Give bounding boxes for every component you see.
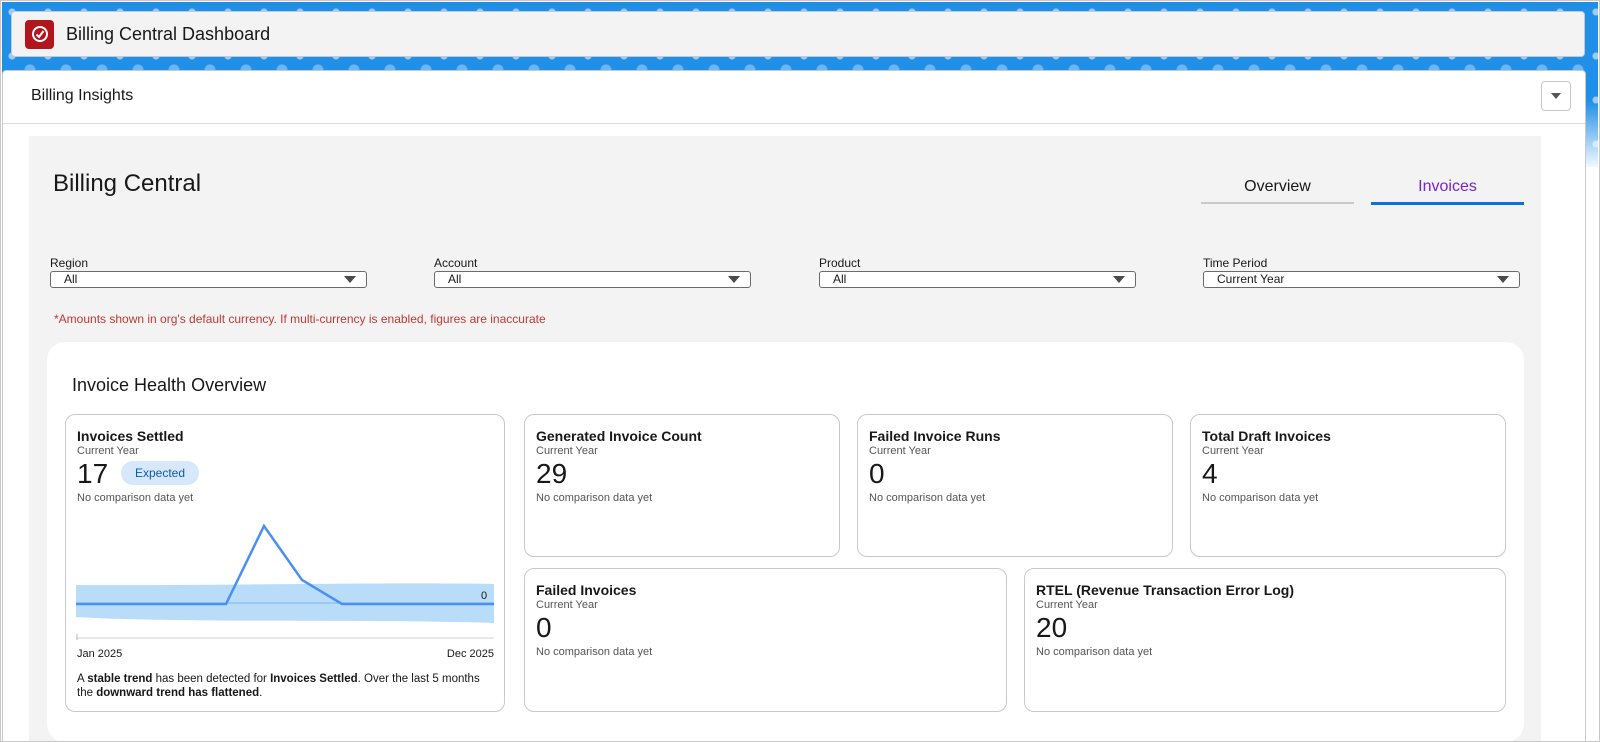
metric-value: 0 — [536, 612, 552, 643]
metric-title: RTEL (Revenue Transaction Error Log) — [1036, 582, 1295, 598]
trend-text-bold: downward trend has flattened — [96, 687, 260, 699]
metric-note: No comparison data yet — [536, 646, 653, 658]
caret-down-icon — [1113, 276, 1125, 283]
invoice-health-overview: Invoice Health Overview Invoices Settled… — [47, 342, 1524, 741]
metric-note: No comparison data yet — [1202, 492, 1319, 504]
metric-period: Current Year — [77, 445, 139, 457]
status-badge: Expected — [121, 461, 200, 485]
chevron-down-icon — [1551, 93, 1561, 99]
metric-value: 20 — [1036, 612, 1068, 643]
metric-value: 0 — [869, 458, 885, 489]
metric-failed-invoices[interactable]: Failed Invoices Current Year 0 No compar… — [524, 568, 1007, 712]
select-value: All — [833, 272, 847, 286]
tab-overview[interactable]: Overview — [1201, 178, 1354, 204]
metric-value: 29 — [536, 458, 568, 489]
trend-summary: A stable trend has been detected for Inv… — [77, 672, 487, 700]
app-header: Billing Central Dashboard — [11, 11, 1585, 57]
app-title: Billing Central Dashboard — [66, 23, 271, 44]
metric-invoices-settled[interactable]: Invoices Settled Current Year 17 Expecte… — [65, 414, 505, 712]
metric-title: Total Draft Invoices — [1202, 428, 1331, 444]
tab-invoices[interactable]: Invoices — [1371, 178, 1524, 205]
chart-end-value: 0 — [481, 590, 488, 602]
time-period-select[interactable]: Current Year — [1203, 271, 1520, 288]
select-value: Current Year — [1217, 272, 1285, 286]
caret-down-icon — [728, 276, 740, 283]
chart-end-label: Dec 2025 — [446, 648, 494, 660]
filter-region: Region All — [50, 257, 367, 288]
metric-rtel[interactable]: RTEL (Revenue Transaction Error Log) Cur… — [1024, 568, 1506, 712]
page-title: Billing Central — [53, 170, 202, 197]
trend-text-bold: Invoices Settled — [270, 673, 358, 685]
metric-period: Current Year — [536, 599, 598, 611]
metric-total-draft-invoices[interactable]: Total Draft Invoices Current Year 4 No c… — [1190, 414, 1506, 557]
caret-down-icon — [344, 276, 356, 283]
filter-label: Time Period — [1203, 256, 1268, 270]
metric-period: Current Year — [1202, 445, 1264, 457]
metric-failed-invoice-runs[interactable]: Failed Invoice Runs Current Year 0 No co… — [857, 414, 1173, 557]
filter-product: Product All — [819, 257, 1136, 288]
metric-value: 4 — [1202, 458, 1218, 489]
select-value: All — [64, 272, 78, 286]
metric-note: No comparison data yet — [1036, 646, 1153, 658]
metric-period: Current Year — [1036, 599, 1098, 611]
card-title: Billing Insights — [31, 87, 134, 104]
section-title: Invoice Health Overview — [72, 375, 267, 395]
trend-text-part: A — [77, 673, 88, 685]
trend-text-bold: stable trend — [87, 673, 153, 685]
trend-text-part: has been detected for — [152, 673, 271, 685]
settled-trend-chart — [76, 523, 494, 640]
select-value: All — [448, 272, 462, 286]
region-select[interactable]: All — [50, 271, 367, 288]
filter-label: Region — [50, 256, 89, 270]
metric-period: Current Year — [869, 445, 931, 457]
metric-value: 17 — [77, 458, 109, 489]
metric-title: Failed Invoices — [536, 582, 637, 598]
metric-note: No comparison data yet — [869, 492, 986, 504]
filter-label: Account — [434, 256, 478, 270]
caret-down-icon — [1497, 276, 1509, 283]
account-select[interactable]: All — [434, 271, 751, 288]
app-frame: Billing Central Dashboard Billing Insigh… — [0, 0, 1600, 742]
metric-title: Failed Invoice Runs — [869, 428, 1001, 444]
card-menu-button[interactable] — [1541, 81, 1571, 111]
filter-account: Account All — [434, 257, 751, 288]
chart-start-label: Jan 2025 — [77, 648, 123, 660]
trend-text-part: . — [259, 687, 263, 699]
card-header: Billing Insights — [3, 71, 1585, 124]
metric-period: Current Year — [536, 445, 598, 457]
metric-title: Invoices Settled — [77, 428, 184, 444]
metric-generated-invoice-count[interactable]: Generated Invoice Count Current Year 29 … — [524, 414, 840, 557]
currency-warning: *Amounts shown in org's default currency… — [54, 312, 546, 326]
filter-time-period: Time Period Current Year — [1203, 257, 1520, 288]
app-logo-icon[interactable] — [25, 19, 54, 49]
filter-label: Product — [819, 256, 861, 270]
product-select[interactable]: All — [819, 271, 1136, 288]
metric-note: No comparison data yet — [536, 492, 653, 504]
dashboard-panel: Billing Central Overview Invoices Region… — [29, 136, 1541, 741]
metric-title: Generated Invoice Count — [536, 428, 702, 444]
metric-note: No comparison data yet — [77, 492, 194, 504]
